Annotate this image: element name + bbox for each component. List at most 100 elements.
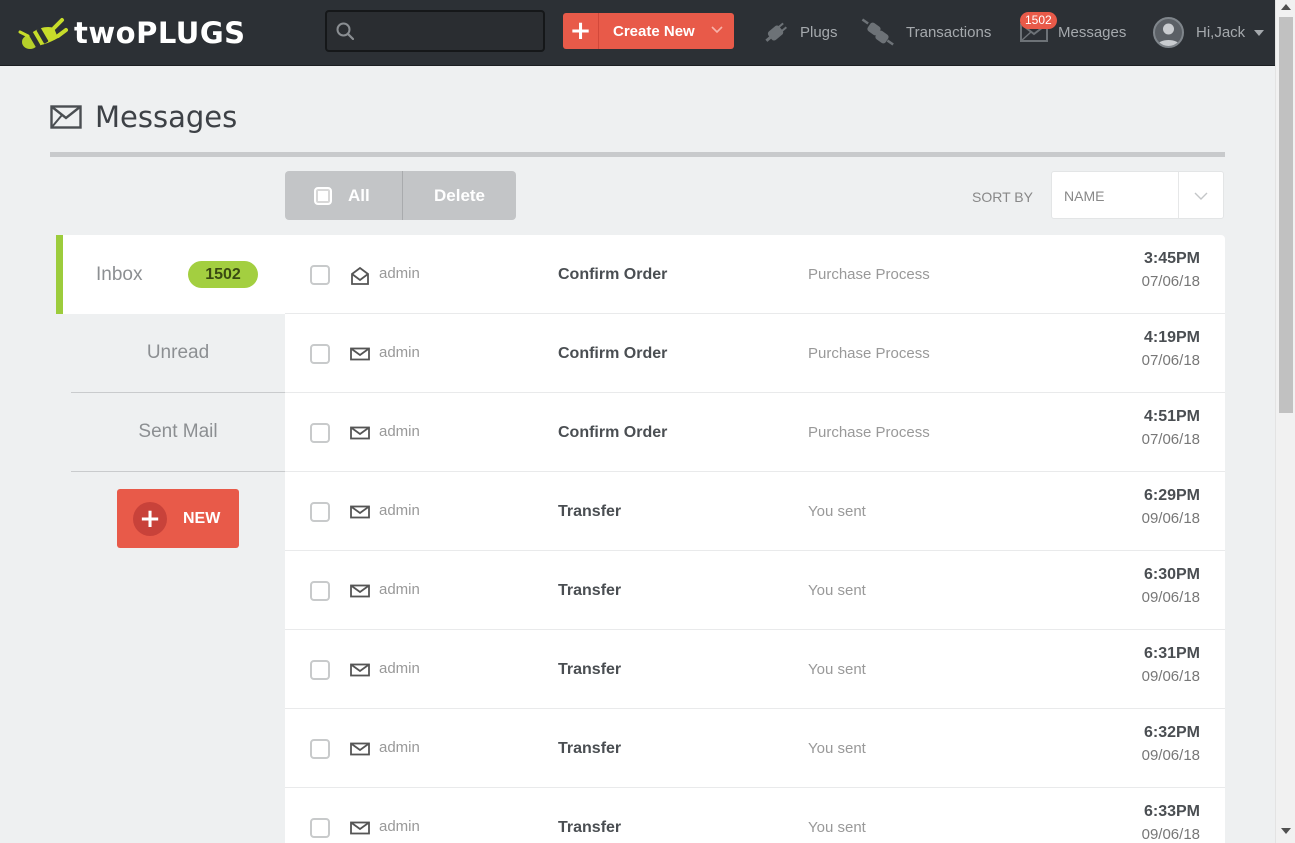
row-checkbox[interactable] [310, 660, 330, 680]
user-greeting[interactable]: Hi,Jack [1196, 24, 1245, 41]
folder-sent-mail[interactable]: Sent Mail [71, 393, 285, 472]
message-sender: admin [379, 739, 420, 756]
envelope-open-icon [351, 266, 369, 285]
select-all-label: All [348, 185, 370, 205]
row-checkbox[interactable] [310, 502, 330, 522]
message-date: 09/06/18 [1141, 589, 1200, 606]
envelope-icon [350, 347, 370, 361]
folder-inbox[interactable]: Inbox 1502 [56, 235, 285, 314]
message-subject[interactable]: Confirm Order [558, 424, 667, 442]
sort-select[interactable]: NAME [1051, 171, 1224, 219]
message-sender: admin [379, 265, 420, 282]
page-scrollbar[interactable] [1275, 0, 1295, 843]
message-sender: admin [379, 581, 420, 598]
page-header: Messages [50, 100, 237, 134]
scroll-down-arrow[interactable] [1281, 828, 1291, 834]
message-subject[interactable]: Confirm Order [558, 266, 667, 284]
caret-down-icon[interactable] [1254, 30, 1264, 36]
folder-sent-label: Sent Mail [138, 421, 218, 442]
brand-logo[interactable]: twoPLUGS [18, 14, 246, 52]
user-avatar[interactable] [1153, 17, 1184, 48]
envelope-icon [350, 742, 370, 756]
message-subject[interactable]: Transfer [558, 582, 621, 600]
scroll-up-arrow[interactable] [1281, 4, 1291, 10]
envelope-icon [350, 505, 370, 519]
row-checkbox[interactable] [310, 344, 330, 364]
delete-button[interactable]: Delete [403, 171, 516, 220]
message-subject[interactable]: Transfer [558, 819, 621, 837]
message-time: 6:33PM [1143, 803, 1200, 820]
create-new-button[interactable]: + Create New [563, 13, 734, 49]
table-row[interactable]: admin Transfer You sent 6:30PM 09/06/18 [285, 551, 1225, 630]
row-checkbox[interactable] [310, 265, 330, 285]
search-icon [336, 22, 354, 40]
message-time: 6:32PM [1143, 724, 1200, 741]
nav-transactions[interactable]: Transactions [860, 14, 991, 50]
message-time: 6:31PM [1143, 645, 1200, 662]
message-subject[interactable]: Transfer [558, 661, 621, 679]
row-checkbox[interactable] [310, 818, 330, 838]
message-date: 09/06/18 [1141, 747, 1200, 764]
page-title: Messages [95, 100, 238, 134]
message-subject[interactable]: Confirm Order [558, 345, 667, 363]
select-all-checkbox[interactable] [314, 186, 332, 205]
message-time: 4:51PM [1143, 408, 1200, 425]
row-checkbox[interactable] [310, 739, 330, 759]
envelope-icon [350, 584, 370, 598]
message-time: 3:45PM [1143, 250, 1200, 267]
sort-by-label: SORT BY [972, 189, 1033, 205]
row-checkbox[interactable] [310, 423, 330, 443]
new-message-label: NEW [183, 509, 221, 527]
table-row[interactable]: admin Transfer You sent 6:33PM 09/06/18 [285, 788, 1225, 843]
plug-logo-icon [18, 18, 68, 49]
plus-icon: + [133, 501, 167, 536]
table-row[interactable]: admin Confirm Order Purchase Process 4:1… [285, 314, 1225, 393]
message-time: 6:30PM [1143, 566, 1200, 583]
search-box[interactable] [325, 10, 545, 52]
nav-transactions-label: Transactions [906, 23, 992, 41]
message-sender: admin [379, 423, 420, 440]
envelope-icon [350, 426, 370, 440]
create-new-label: Create New [613, 22, 695, 40]
nav-plugs[interactable]: Plugs [762, 14, 838, 50]
message-preview: Purchase Process [808, 424, 930, 441]
brand-name: twoPLUGS [74, 16, 246, 50]
nav-messages-label: Messages [1058, 23, 1127, 41]
message-date: 09/06/18 [1141, 668, 1200, 685]
message-preview: You sent [808, 661, 866, 678]
table-row[interactable]: admin Confirm Order Purchase Process 4:5… [285, 393, 1225, 472]
plug-icon [765, 22, 787, 42]
folder-unread[interactable]: Unread [71, 314, 285, 393]
message-date: 09/06/18 [1141, 826, 1200, 843]
table-row[interactable]: admin Transfer You sent 6:32PM 09/06/18 [285, 709, 1225, 788]
chevron-down-icon[interactable] [710, 23, 724, 37]
inbox-count-badge: 1502 [188, 261, 258, 288]
search-input[interactable] [363, 18, 533, 44]
message-time: 4:19PM [1143, 329, 1200, 346]
header-divider [50, 152, 1225, 157]
row-checkbox[interactable] [310, 581, 330, 601]
chevron-down-icon [1194, 192, 1208, 200]
message-date: 07/06/18 [1141, 273, 1200, 290]
message-list: admin Confirm Order Purchase Process 3:4… [285, 235, 1225, 843]
sort-select-divider [1178, 172, 1179, 218]
sort-selected-value: NAME [1064, 188, 1105, 204]
message-subject[interactable]: Transfer [558, 740, 621, 758]
new-message-button[interactable]: + NEW [117, 489, 239, 548]
scroll-thumb[interactable] [1279, 17, 1293, 413]
message-sender: admin [379, 660, 420, 677]
table-row[interactable]: admin Confirm Order Purchase Process 3:4… [285, 235, 1225, 314]
plus-icon: + [563, 13, 599, 49]
message-subject[interactable]: Transfer [558, 503, 621, 521]
select-all-control[interactable]: All [285, 171, 403, 220]
message-preview: You sent [808, 819, 866, 836]
table-row[interactable]: admin Transfer You sent 6:29PM 09/06/18 [285, 472, 1225, 551]
nav-plugs-label: Plugs [800, 23, 838, 41]
table-row[interactable]: admin Transfer You sent 6:31PM 09/06/18 [285, 630, 1225, 709]
message-date: 09/06/18 [1141, 510, 1200, 527]
message-preview: You sent [808, 503, 866, 520]
transactions-icon [861, 18, 894, 46]
folder-inbox-label: Inbox [96, 264, 143, 285]
message-time: 6:29PM [1143, 487, 1200, 504]
message-preview: You sent [808, 740, 866, 757]
